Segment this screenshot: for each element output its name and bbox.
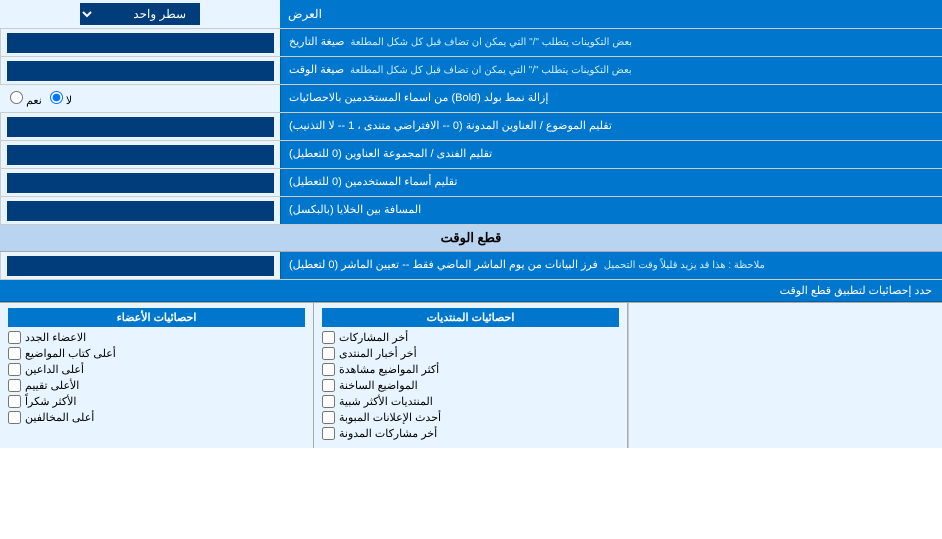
users-sort-input-cell: 0 <box>0 169 280 196</box>
bold-remove-row: إزالة نمط بولد (Bold) من اسماء المستخدمي… <box>0 85 942 113</box>
checkbox-item-top-violators: أعلى المخالفين <box>8 411 305 424</box>
display-row: العرض سطر واحد سطرين ثلاثة أسطر <box>0 0 942 29</box>
checkbox-col-forums: احصائيات المنتديات أخر المشاركات أخر أخب… <box>313 303 628 448</box>
checkbox-top-authors-label: أعلى كتاب المواضيع <box>25 347 116 360</box>
checkbox-top-rated[interactable] <box>8 379 21 392</box>
checkbox-item-top-rated: الأعلى تقييم <box>8 379 305 392</box>
checkbox-forum-news-label: أخر أخبار المنتدى <box>339 347 417 360</box>
checkbox-top-violators[interactable] <box>8 411 21 424</box>
checkbox-area: احصائيات المنتديات أخر المشاركات أخر أخب… <box>0 302 942 448</box>
checkbox-item-forum-news: أخر أخبار المنتدى <box>322 347 619 360</box>
cutoff-days-label: ملاحظة : هذا قد يزيد قليلاً وقت التحميل … <box>280 252 942 279</box>
cell-spacing-row: المسافة بين الخلايا (بالبكسل) 2 <box>0 197 942 225</box>
checkbox-classifieds-label: أحدث الإعلانات المبوبة <box>339 411 441 424</box>
topics-sort-row: تقليم الموضوع / العناوين المدونة (0 -- ا… <box>0 113 942 141</box>
checkbox-item-classifieds: أحدث الإعلانات المبوبة <box>322 411 619 424</box>
topics-sort-input[interactable]: 33 <box>7 117 274 137</box>
forum-sort-row: تقليم الفندى / المجموعة العناوين (0 للتع… <box>0 141 942 169</box>
checkbox-hot-topics-label: المواضيع الساخنة <box>339 379 418 392</box>
users-sort-label: تقليم أسماء المستخدمين (0 للتعطيل) <box>280 169 942 196</box>
checkbox-item-most-thanked: الأكثر شكراً <box>8 395 305 408</box>
display-label: العرض <box>280 0 942 28</box>
date-format-main-label: صيغة التاريخ <box>289 35 344 50</box>
checkbox-last-posts[interactable] <box>322 331 335 344</box>
cell-spacing-input[interactable]: 2 <box>7 201 274 221</box>
users-sort-input[interactable]: 0 <box>7 173 274 193</box>
time-format-input[interactable]: H:i <box>7 61 274 81</box>
time-format-input-cell: H:i <box>0 57 280 84</box>
checkbox-blog-posts[interactable] <box>322 427 335 440</box>
checkbox-new-members-label: الاعضاء الجدد <box>25 331 86 344</box>
checkbox-popular-forums-label: المنتديات الأكثر شبية <box>339 395 433 408</box>
cutoff-section-header: قطع الوقت <box>0 225 942 252</box>
forum-sort-input[interactable]: 33 <box>7 145 274 165</box>
date-format-sublabel: بعض التكوينات يتطلب "/" التي يمكن ان تضا… <box>350 36 632 50</box>
checkbox-most-viewed[interactable] <box>322 363 335 376</box>
bold-remove-yes-radio[interactable] <box>10 91 23 104</box>
checkbox-blog-posts-label: أخر مشاركات المدونة <box>339 427 437 440</box>
cutoff-days-main-label: فرز البيانات من يوم الماشر الماضي فقط --… <box>289 258 598 273</box>
checkbox-col-empty <box>628 303 942 448</box>
checkbox-col-members: احصائيات الأعضاء الاعضاء الجدد أعلى كتاب… <box>0 303 313 448</box>
cutoff-limit-row: حدد إحصائيات لتطبيق قطع الوقت <box>0 280 942 302</box>
checkbox-item-hot-topics: المواضيع الساخنة <box>322 379 619 392</box>
cutoff-days-input-cell: 0 <box>0 252 280 279</box>
checkbox-item-top-authors: أعلى كتاب المواضيع <box>8 347 305 360</box>
checkbox-item-popular-forums: المنتديات الأكثر شبية <box>322 395 619 408</box>
cutoff-days-note: ملاحظة : هذا قد يزيد قليلاً وقت التحميل <box>604 259 765 273</box>
forum-sort-label: تقليم الفندى / المجموعة العناوين (0 للتع… <box>280 141 942 168</box>
checkbox-col2-header: احصائيات المنتديات <box>322 308 619 327</box>
checkbox-popular-forums[interactable] <box>322 395 335 408</box>
checkbox-col1-header: احصائيات الأعضاء <box>8 308 305 327</box>
time-format-label: بعض التكوينات يتطلب "/" التي يمكن ان تضا… <box>280 57 942 84</box>
date-format-row: بعض التكوينات يتطلب "/" التي يمكن ان تضا… <box>0 29 942 57</box>
checkbox-top-inviters-label: أعلى الداعين <box>25 363 84 376</box>
checkbox-item-blog-posts: أخر مشاركات المدونة <box>322 427 619 440</box>
display-select[interactable]: سطر واحد سطرين ثلاثة أسطر <box>80 3 200 25</box>
bold-remove-no-label: لا <box>50 91 72 107</box>
checkbox-top-inviters[interactable] <box>8 363 21 376</box>
time-format-main-label: صيغة الوقت <box>289 63 344 78</box>
display-dropdown-cell: سطر واحد سطرين ثلاثة أسطر <box>0 0 280 28</box>
cell-spacing-label: المسافة بين الخلايا (بالبكسل) <box>280 197 942 224</box>
bold-remove-yes-label: نعم <box>10 91 42 107</box>
checkbox-item-last-posts: أخر المشاركات <box>322 331 619 344</box>
time-format-row: بعض التكوينات يتطلب "/" التي يمكن ان تضا… <box>0 57 942 85</box>
cell-spacing-input-cell: 2 <box>0 197 280 224</box>
checkbox-most-viewed-label: أكثر المواضيع مشاهدة <box>339 363 439 376</box>
topics-sort-input-cell: 33 <box>0 113 280 140</box>
checkbox-item-top-inviters: أعلى الداعين <box>8 363 305 376</box>
checkbox-hot-topics[interactable] <box>322 379 335 392</box>
users-sort-row: تقليم أسماء المستخدمين (0 للتعطيل) 0 <box>0 169 942 197</box>
checkbox-most-thanked[interactable] <box>8 395 21 408</box>
checkbox-forum-news[interactable] <box>322 347 335 360</box>
topics-sort-label: تقليم الموضوع / العناوين المدونة (0 -- ا… <box>280 113 942 140</box>
checkbox-item-new-members: الاعضاء الجدد <box>8 331 305 344</box>
checkbox-top-authors[interactable] <box>8 347 21 360</box>
date-format-input-cell: d-m <box>0 29 280 56</box>
checkbox-most-thanked-label: الأكثر شكراً <box>25 395 76 408</box>
bold-remove-label: إزالة نمط بولد (Bold) من اسماء المستخدمي… <box>280 85 942 112</box>
checkbox-new-members[interactable] <box>8 331 21 344</box>
cutoff-days-input[interactable]: 0 <box>7 256 274 276</box>
cutoff-limit-label: حدد إحصائيات لتطبيق قطع الوقت <box>780 285 932 297</box>
forum-sort-input-cell: 33 <box>0 141 280 168</box>
bold-remove-radio-cell: لا نعم <box>0 85 280 112</box>
date-format-input[interactable]: d-m <box>7 33 274 53</box>
checkbox-classifieds[interactable] <box>322 411 335 424</box>
checkbox-top-violators-label: أعلى المخالفين <box>25 411 94 424</box>
checkbox-item-most-viewed: أكثر المواضيع مشاهدة <box>322 363 619 376</box>
time-format-sublabel: بعض التكوينات يتطلب "/" التي يمكن ان تضا… <box>350 64 632 78</box>
cutoff-days-row: ملاحظة : هذا قد يزيد قليلاً وقت التحميل … <box>0 252 942 280</box>
bold-remove-no-radio[interactable] <box>50 91 63 104</box>
checkbox-last-posts-label: أخر المشاركات <box>339 331 408 344</box>
checkbox-top-rated-label: الأعلى تقييم <box>25 379 79 392</box>
date-format-label: بعض التكوينات يتطلب "/" التي يمكن ان تضا… <box>280 29 942 56</box>
